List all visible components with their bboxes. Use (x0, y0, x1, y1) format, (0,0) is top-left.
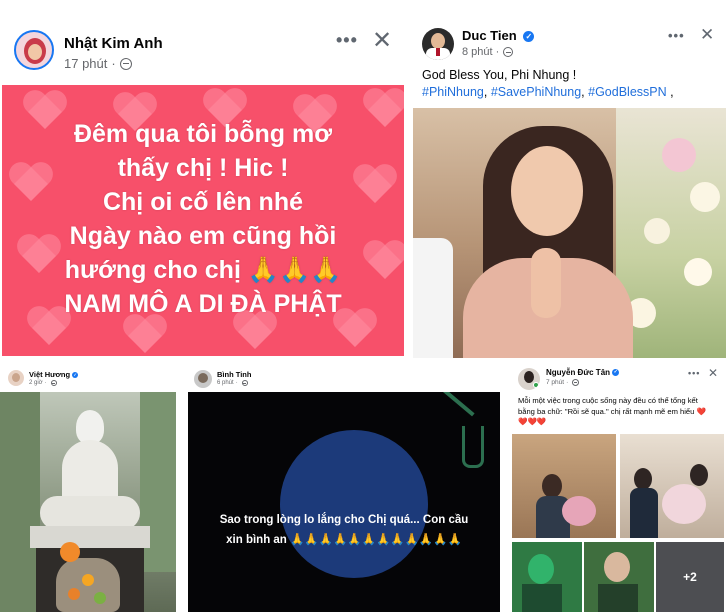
verified-icon: ✓ (523, 31, 535, 43)
grid-photo[interactable] (512, 434, 616, 538)
post-time[interactable]: 17 phút (64, 56, 107, 71)
post-binh-tinh: Bình Tinh 6 phút · Sao trong lòng lo lắn… (186, 362, 502, 612)
globe-icon (241, 380, 248, 386)
globe-icon (119, 57, 132, 70)
verified-icon: ✓ (72, 372, 79, 379)
more-icon[interactable]: ••• (688, 368, 700, 378)
post-text: Mỗi một việc trong cuộc sống này đều có … (518, 396, 706, 426)
verified-icon: ✓ (612, 369, 620, 377)
avatar[interactable] (518, 368, 540, 390)
author-name[interactable]: Nguyễn Đức Tân (546, 368, 610, 377)
post-header: Nguyễn Đức Tân ✓ 7 phút · (518, 368, 620, 390)
avatar[interactable] (422, 28, 454, 60)
more-icon[interactable]: ••• (336, 30, 358, 51)
close-icon[interactable]: ✕ (372, 26, 392, 55)
hashtag-link[interactable]: #PhiNhung (422, 85, 484, 99)
post-photo (0, 392, 176, 612)
post-time[interactable]: 7 phút (546, 379, 564, 386)
post-image: Sao trong lòng lo lắng cho Chị quá... Co… (188, 392, 500, 612)
post-viet-huong: Việt Hương ✓ 2 giờ · (0, 362, 180, 612)
hashtags: #PhiNhung, #SavePhiNhung, #GodBlessPN , (422, 85, 674, 99)
grid-photo[interactable] (584, 542, 654, 612)
close-icon[interactable]: ✕ (708, 366, 718, 380)
post-photo (413, 108, 726, 358)
hashtag-link[interactable]: #SavePhiNhung (491, 85, 581, 99)
author-name[interactable]: Việt Hương (29, 370, 70, 379)
post-duc-tien: Duc Tien ✓ 8 phút · ••• ✕ God Bless You,… (410, 22, 726, 358)
post-nhat-kim-anh: Nhật Kim Anh 17 phút · ••• ✕ Đêm qua tôi… (0, 0, 406, 358)
grid-photo[interactable] (512, 542, 582, 612)
grid-photo-more[interactable]: +2 (656, 542, 724, 612)
image-text: Sao trong lòng lo lắng cho Chị quá... Co… (219, 514, 469, 546)
post-header: Bình Tinh 6 phút · (194, 370, 251, 388)
post-header: Việt Hương ✓ 2 giờ · (8, 370, 79, 386)
image-text: Đêm qua tôi bỗng mơ thấy chị ! Hic ! Chị… (64, 120, 342, 318)
globe-icon (503, 47, 514, 57)
close-icon[interactable]: ✕ (700, 25, 714, 45)
globe-icon (50, 380, 57, 386)
author-name[interactable]: Duc Tien (462, 28, 517, 43)
post-time[interactable]: 2 giờ (29, 380, 43, 386)
globe-icon (572, 379, 580, 386)
more-photos-count: +2 (656, 542, 724, 612)
post-time[interactable]: 6 phút (217, 380, 234, 386)
author-name[interactable]: Nhật Kim Anh (64, 35, 163, 52)
post-header: Duc Tien ✓ 8 phút · (422, 28, 535, 60)
post-image: Đêm qua tôi bỗng mơ thấy chị ! Hic ! Chị… (2, 85, 404, 356)
grid-photo[interactable] (620, 434, 724, 538)
hashtag-link[interactable]: #GodBlessPN (588, 85, 667, 99)
avatar[interactable] (8, 370, 24, 386)
avatar[interactable] (194, 370, 212, 388)
post-text: God Bless You, Phi Nhung ! (422, 68, 577, 82)
avatar[interactable] (14, 30, 54, 70)
photo-grid: +2 (512, 434, 724, 612)
author-name[interactable]: Bình Tinh (217, 370, 251, 379)
post-header: Nhật Kim Anh 17 phút · (14, 30, 163, 71)
more-icon[interactable]: ••• (668, 28, 685, 43)
post-time[interactable]: 8 phút (462, 46, 493, 58)
post-nguyen-duc-tan: Nguyễn Đức Tân ✓ 7 phút · ••• ✕ Mỗi một … (508, 362, 726, 612)
